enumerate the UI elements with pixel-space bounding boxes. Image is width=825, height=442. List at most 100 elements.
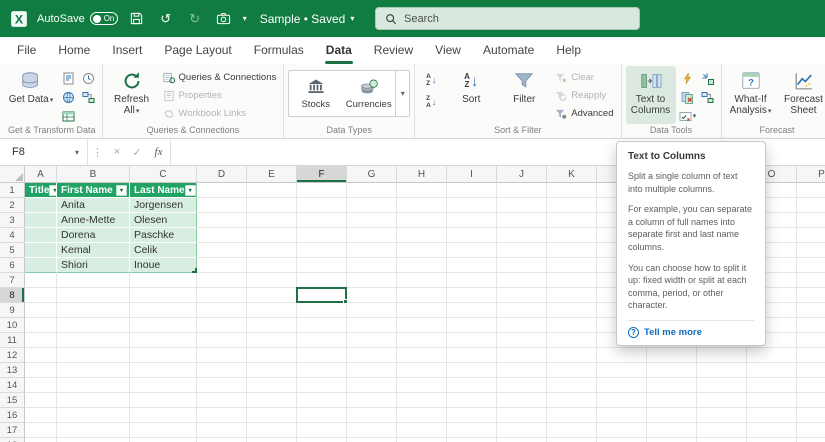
cell-E11[interactable] (247, 333, 297, 348)
from-web-button[interactable] (59, 89, 77, 105)
cell-P6[interactable] (797, 258, 825, 273)
quick-access-chevron-icon[interactable]: ▾ (243, 14, 247, 23)
cell-I8[interactable] (447, 288, 497, 303)
cell-A2[interactable] (25, 198, 57, 213)
column-header-B[interactable]: B (57, 166, 130, 183)
cell-B12[interactable] (57, 348, 130, 363)
cell-A4[interactable] (25, 228, 57, 243)
filter-button[interactable]: Filter (499, 66, 549, 124)
cell-I16[interactable] (447, 408, 497, 423)
cell-B13[interactable] (57, 363, 130, 378)
column-header-A[interactable]: A (25, 166, 57, 183)
cell-I4[interactable] (447, 228, 497, 243)
cell-D10[interactable] (197, 318, 247, 333)
cell-H11[interactable] (397, 333, 447, 348)
sort-button[interactable]: AZ ↓ Sort (446, 66, 496, 124)
cell-H2[interactable] (397, 198, 447, 213)
cell-D15[interactable] (197, 393, 247, 408)
cell-F1[interactable] (297, 183, 347, 198)
advanced-filter-button[interactable]: Advanced (552, 105, 616, 122)
cell-I10[interactable] (447, 318, 497, 333)
what-if-analysis-button[interactable]: ? What-If Analysis▾ (726, 66, 776, 124)
column-header-C[interactable]: C (130, 166, 197, 183)
cell-P12[interactable] (797, 348, 825, 363)
cell-C3[interactable]: Olesen (130, 213, 197, 228)
cell-G10[interactable] (347, 318, 397, 333)
cell-L16[interactable] (597, 408, 647, 423)
cell-I2[interactable] (447, 198, 497, 213)
cell-A16[interactable] (25, 408, 57, 423)
cell-J12[interactable] (497, 348, 547, 363)
cell-H12[interactable] (397, 348, 447, 363)
cell-B8[interactable] (57, 288, 130, 303)
cell-D18[interactable] (197, 438, 247, 442)
cell-I5[interactable] (447, 243, 497, 258)
row-header-11[interactable]: 11 (0, 333, 25, 348)
cell-K9[interactable] (547, 303, 597, 318)
cell-E18[interactable] (247, 438, 297, 442)
row-header-14[interactable]: 14 (0, 378, 25, 393)
cell-H7[interactable] (397, 273, 447, 288)
cell-M14[interactable] (647, 378, 697, 393)
cell-I7[interactable] (447, 273, 497, 288)
cell-D2[interactable] (197, 198, 247, 213)
cell-P13[interactable] (797, 363, 825, 378)
cell-P5[interactable] (797, 243, 825, 258)
cell-I3[interactable] (447, 213, 497, 228)
row-header-6[interactable]: 6 (0, 258, 25, 273)
cell-L18[interactable] (597, 438, 647, 442)
cell-J11[interactable] (497, 333, 547, 348)
menu-item-formulas[interactable]: Formulas (243, 37, 315, 64)
column-header-P[interactable]: P (797, 166, 825, 183)
cell-H16[interactable] (397, 408, 447, 423)
menu-item-page-layout[interactable]: Page Layout (153, 37, 242, 64)
cell-G2[interactable] (347, 198, 397, 213)
cell-G6[interactable] (347, 258, 397, 273)
cell-I11[interactable] (447, 333, 497, 348)
cell-F17[interactable] (297, 423, 347, 438)
cell-B9[interactable] (57, 303, 130, 318)
row-header-15[interactable]: 15 (0, 393, 25, 408)
queries-connections-button[interactable]: Queries & Connections (160, 69, 280, 86)
select-all-button[interactable] (0, 166, 25, 183)
cell-B3[interactable]: Anne-Mette (57, 213, 130, 228)
cell-L17[interactable] (597, 423, 647, 438)
sort-descending-button[interactable]: ZA ↓ (419, 93, 443, 112)
cell-H13[interactable] (397, 363, 447, 378)
insert-function-button[interactable]: fx (147, 139, 171, 165)
cell-P14[interactable] (797, 378, 825, 393)
cell-K7[interactable] (547, 273, 597, 288)
menu-item-insert[interactable]: Insert (101, 37, 153, 64)
cell-I12[interactable] (447, 348, 497, 363)
menu-item-help[interactable]: Help (545, 37, 592, 64)
cell-C16[interactable] (130, 408, 197, 423)
forecast-sheet-button[interactable]: Forecast Sheet (779, 66, 825, 124)
cell-D13[interactable] (197, 363, 247, 378)
filter-dropdown-button[interactable]: ▾ (116, 184, 127, 196)
cell-C13[interactable] (130, 363, 197, 378)
cell-P7[interactable] (797, 273, 825, 288)
cell-C1[interactable]: Last Name ▾ (130, 183, 197, 198)
cell-K15[interactable] (547, 393, 597, 408)
get-data-button[interactable]: Get Data▾ (6, 66, 56, 124)
cell-E9[interactable] (247, 303, 297, 318)
cell-A18[interactable] (25, 438, 57, 442)
cell-A3[interactable] (25, 213, 57, 228)
cell-A11[interactable] (25, 333, 57, 348)
cell-O18[interactable] (747, 438, 797, 442)
cell-D6[interactable] (197, 258, 247, 273)
menu-item-data[interactable]: Data (315, 37, 363, 64)
cell-K3[interactable] (547, 213, 597, 228)
cell-A15[interactable] (25, 393, 57, 408)
cell-G9[interactable] (347, 303, 397, 318)
cell-C8[interactable] (130, 288, 197, 303)
cell-C6[interactable]: Inoue (130, 258, 197, 273)
cell-P3[interactable] (797, 213, 825, 228)
cell-G17[interactable] (347, 423, 397, 438)
cell-A13[interactable] (25, 363, 57, 378)
cell-B11[interactable] (57, 333, 130, 348)
menu-item-automate[interactable]: Automate (472, 37, 545, 64)
cell-E12[interactable] (247, 348, 297, 363)
cell-P4[interactable] (797, 228, 825, 243)
cell-G7[interactable] (347, 273, 397, 288)
